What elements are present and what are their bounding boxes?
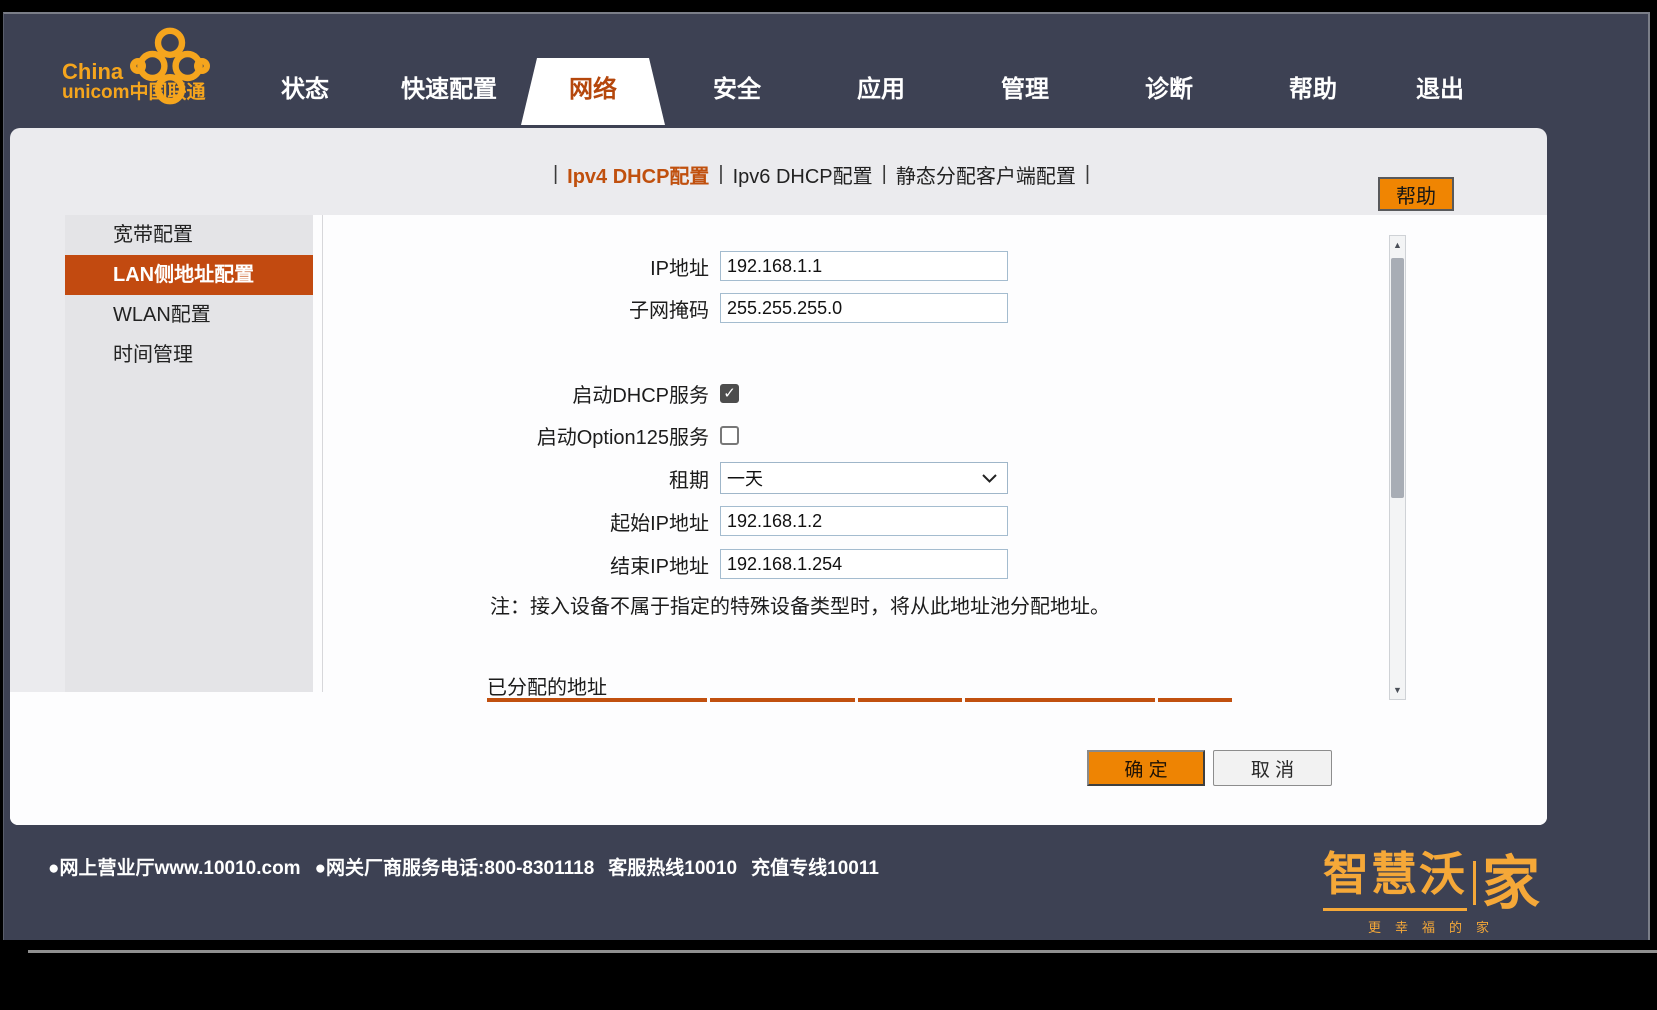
table-column-border xyxy=(487,698,707,702)
brand-slogan: 更幸福的家 xyxy=(1368,920,1504,935)
subnav-tab-static-client[interactable]: 静态分配客户端配置 xyxy=(896,160,1076,189)
table-column-border xyxy=(710,698,855,702)
footer-item-vendor-phone: ●网关厂商服务电话:800-8301118 xyxy=(314,858,595,879)
ip-address-label: IP地址 xyxy=(650,257,709,280)
nav-tab-application[interactable]: 应用 xyxy=(809,58,953,125)
lease-label: 租期 xyxy=(669,469,709,492)
scroll-down-arrow[interactable]: ▼ xyxy=(1390,681,1405,699)
sidebar: 宽带配置 LAN侧地址配置 WLAN配置 时间管理 xyxy=(65,215,313,692)
enable-option125-label: 启动Option125服务 xyxy=(536,427,709,449)
subnet-mask-row: 子网掩码 xyxy=(340,293,1008,323)
vertical-scrollbar[interactable]: ▲ ▼ xyxy=(1389,235,1406,700)
start-ip-label: 起始IP地址 xyxy=(610,512,709,535)
sidebar-item-time-management[interactable]: 时间管理 xyxy=(65,335,313,375)
subnav-separator: | xyxy=(718,163,724,185)
scroll-up-arrow[interactable]: ▲ xyxy=(1390,236,1405,254)
zhihui-wojia-logo: 智慧沃 家 更幸福的家 xyxy=(1323,838,1540,936)
end-ip-row: 结束IP地址 xyxy=(340,549,1008,579)
subnet-mask-input[interactable] xyxy=(720,293,1008,323)
nav-tab-logout[interactable]: 退出 xyxy=(1385,58,1495,125)
cancel-button[interactable]: 取 消 xyxy=(1213,750,1332,786)
assigned-addresses-title: 已分配的地址 xyxy=(487,677,607,699)
nav-tab-diagnosis[interactable]: 诊断 xyxy=(1097,58,1241,125)
footer-item-recharge-line: 充值专线10011 xyxy=(751,858,879,879)
address-pool-note: 注：接入设备不属于指定的特殊设备类型时，将从此地址池分配地址。 xyxy=(490,596,1110,618)
window-bottom-edge xyxy=(28,950,1657,953)
router-admin-screen: China unicom中国联通 状态 快速配置 网络 安全 应用 管理 诊断 … xyxy=(0,0,1657,1010)
lease-select[interactable]: 一天 xyxy=(720,462,1008,494)
brand-part2: 家 xyxy=(1482,850,1541,916)
end-ip-input[interactable] xyxy=(720,549,1008,579)
enable-option125-row: 启动Option125服务 xyxy=(340,421,739,450)
sidebar-item-wlan-config[interactable]: WLAN配置 xyxy=(65,295,313,335)
assigned-addresses-table-header-border xyxy=(487,698,1232,702)
ip-address-input[interactable] xyxy=(720,251,1008,281)
start-ip-row: 起始IP地址 xyxy=(340,506,1008,536)
sidebar-item-broadband-config[interactable]: 宽带配置 xyxy=(65,215,313,255)
main-nav: 状态 快速配置 网络 安全 应用 管理 诊断 帮助 退出 xyxy=(233,58,1495,125)
nav-tab-network[interactable]: 网络 xyxy=(521,58,665,125)
enable-dhcp-row: 启动DHCP服务 xyxy=(340,379,739,408)
nav-tab-status[interactable]: 状态 xyxy=(233,58,377,125)
logo-text: China unicom中国联通 xyxy=(62,60,206,103)
enable-option125-checkbox[interactable] xyxy=(720,426,739,445)
lease-selected-value: 一天 xyxy=(727,469,763,489)
content-panel: | Ipv4 DHCP配置 | Ipv6 DHCP配置 | 静态分配客户端配置 … xyxy=(10,128,1547,825)
nav-tab-management[interactable]: 管理 xyxy=(953,58,1097,125)
subnav-tab-ipv4-dhcp[interactable]: Ipv4 DHCP配置 xyxy=(567,160,709,189)
ip-address-row: IP地址 xyxy=(340,251,1008,281)
scrollbar-thumb[interactable] xyxy=(1391,258,1404,498)
nav-tab-security[interactable]: 安全 xyxy=(665,58,809,125)
dhcp-subnav: | Ipv4 DHCP配置 | Ipv6 DHCP配置 | 静态分配客户端配置 … xyxy=(10,160,1547,189)
sidebar-divider xyxy=(322,215,323,692)
action-buttons: 确 定 取 消 xyxy=(1087,750,1332,786)
subnet-mask-label: 子网掩码 xyxy=(629,299,709,322)
table-column-border xyxy=(858,698,962,702)
chevron-down-icon xyxy=(982,473,997,483)
nav-tab-help[interactable]: 帮助 xyxy=(1241,58,1385,125)
help-button[interactable]: 帮助 xyxy=(1378,177,1454,211)
brand-part1: 智慧沃 xyxy=(1323,838,1467,911)
logo-line1: China xyxy=(62,59,124,84)
logo-line2: unicom中国联通 xyxy=(62,82,206,104)
subnav-tab-ipv6-dhcp[interactable]: Ipv6 DHCP配置 xyxy=(733,160,873,189)
end-ip-label: 结束IP地址 xyxy=(610,555,709,578)
enable-dhcp-checkbox[interactable] xyxy=(720,384,739,403)
brand-divider xyxy=(1473,861,1476,905)
sidebar-item-lan-address-config[interactable]: LAN侧地址配置 xyxy=(65,255,313,295)
confirm-button[interactable]: 确 定 xyxy=(1087,750,1205,786)
table-column-border xyxy=(1158,698,1232,702)
subnav-separator: | xyxy=(881,163,887,185)
start-ip-input[interactable] xyxy=(720,506,1008,536)
subnav-separator: | xyxy=(1084,163,1091,185)
footer-item-hotline: 客服热线10010 xyxy=(608,858,738,879)
footer-info: ●网上营业厅www.10010.com ●网关厂商服务电话:800-830111… xyxy=(48,853,879,880)
lease-row: 租期 一天 xyxy=(340,462,1008,494)
subnav-separator: | xyxy=(552,163,559,185)
table-column-border xyxy=(965,698,1155,702)
nav-tab-quick-setup[interactable]: 快速配置 xyxy=(377,58,521,125)
brand-main-text: 智慧沃 家 xyxy=(1323,838,1541,916)
enable-dhcp-label: 启动DHCP服务 xyxy=(572,385,709,407)
footer-item-online-service: ●网上营业厅www.10010.com xyxy=(48,858,301,879)
content-background-bottom xyxy=(10,692,313,825)
